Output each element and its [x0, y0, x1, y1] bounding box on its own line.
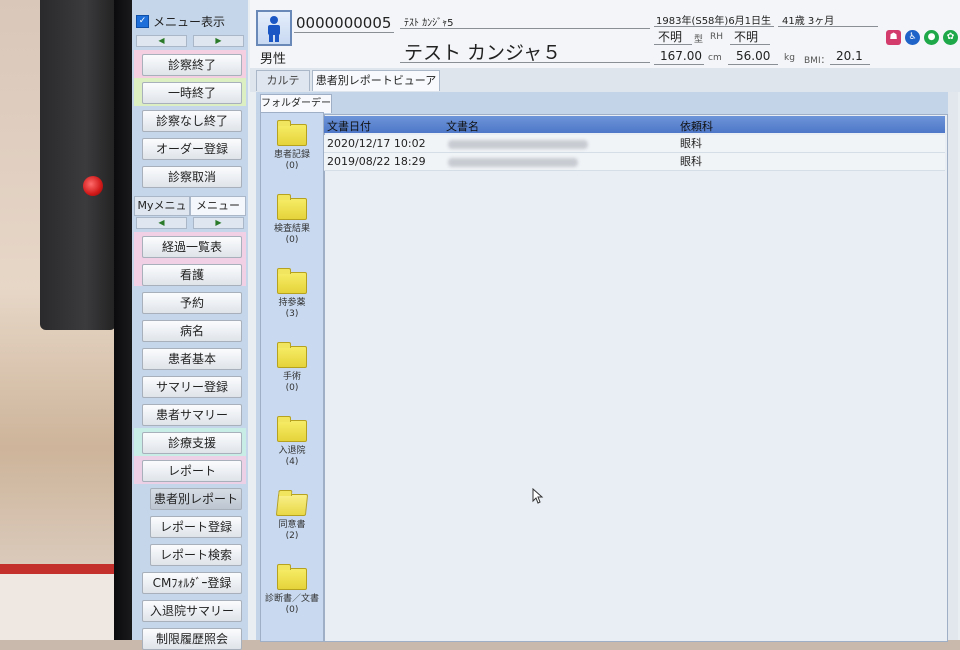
table-row[interactable]: 2019/08/22 18:29 眼科 — [324, 153, 945, 171]
status-green-icon-2[interactable]: ✿ — [943, 30, 958, 45]
tab-karte[interactable]: カルテ — [256, 70, 310, 91]
col-dept[interactable]: 依頼科 — [680, 118, 713, 134]
cm-folder-register-button[interactable]: CMﾌｫﾙﾀﾞｰ登録 — [142, 572, 242, 594]
table-row[interactable]: 2020/12/17 10:02 眼科 — [324, 135, 945, 153]
tab-menu[interactable]: メニュー — [190, 196, 246, 216]
disease-name-button[interactable]: 病名 — [142, 320, 242, 342]
folder-icon — [277, 416, 307, 442]
col-doc-name[interactable]: 文書名 — [446, 118, 479, 134]
floor — [0, 574, 130, 640]
arrow-left-icon[interactable]: ◀ — [136, 35, 187, 47]
folder-surgery[interactable]: 手術 (0) — [262, 342, 322, 394]
folder-patient-record[interactable]: 患者記録 (0) — [262, 120, 322, 172]
arrow-right-icon[interactable]: ▶ — [193, 217, 244, 229]
arrow-left-icon[interactable]: ◀ — [136, 217, 187, 229]
desk-edge — [0, 564, 130, 574]
patient-kana: ﾃｽﾄ ｶﾝｼﾞｬ5 — [404, 18, 454, 29]
mouse-cursor-icon — [532, 487, 544, 508]
nursing-button[interactable]: 看護 — [142, 264, 242, 286]
row-doc-name-blurred — [448, 135, 588, 152]
folder-test-results[interactable]: 検査結果 (0) — [262, 194, 322, 246]
weight-value: 56.00 — [736, 49, 771, 63]
blood-type: 不明 — [658, 30, 683, 44]
monitor-stand — [40, 0, 116, 330]
user-icon — [256, 10, 292, 46]
blood-type-label: 型 — [694, 35, 704, 45]
height-value: 167.00 — [660, 49, 702, 63]
bmi-label: BMI： — [804, 56, 830, 66]
folder-icon — [277, 194, 307, 220]
row-dept: 眼科 — [680, 137, 702, 150]
power-led — [83, 176, 103, 196]
patient-basic-button[interactable]: 患者基本 — [142, 348, 242, 370]
rh-label: RH — [710, 32, 724, 42]
row-date: 2019/08/22 18:29 — [327, 155, 426, 168]
report-register-button[interactable]: レポート登録 — [150, 516, 242, 538]
list-header: 文書日付 文書名 依頼科 — [324, 116, 945, 133]
folder-icon — [277, 564, 307, 590]
status-green-icon[interactable]: ● — [924, 30, 939, 45]
end-consultation-button[interactable]: 診察終了 — [142, 54, 242, 76]
patient-report-button[interactable]: 患者別レポート — [150, 488, 242, 510]
tab-report-viewer[interactable]: 患者別レポートビューアー — [312, 70, 440, 107]
col-date[interactable]: 文書日付 — [327, 118, 371, 134]
menu-scroll-arrows: ◀ ▶ — [136, 35, 244, 47]
checkbox-icon[interactable]: ✓ — [136, 14, 149, 28]
cancel-consultation-button[interactable]: 診察取消 — [142, 166, 242, 188]
document-list — [324, 114, 948, 642]
folder-open-icon — [275, 494, 309, 516]
folder-icon — [277, 342, 307, 368]
height-unit: cm — [708, 53, 722, 63]
folder-consent[interactable]: 同意書 (2) — [262, 494, 322, 542]
folder-brought-medicine[interactable]: 持参薬 (3) — [262, 268, 322, 320]
scrollbar[interactable] — [948, 92, 958, 640]
weight-unit: kg — [784, 53, 795, 63]
folder-admission[interactable]: 入退院 (4) — [262, 416, 322, 468]
restriction-history-button[interactable]: 制限履歴照会 — [142, 628, 242, 650]
clinical-support-button[interactable]: 診療支援 — [142, 432, 242, 454]
menu-scroll-arrows-2: ◀ ▶ — [136, 217, 244, 229]
folder-certificates[interactable]: 診断書／文書 (0) — [262, 564, 322, 616]
arrow-right-icon[interactable]: ▶ — [193, 35, 244, 47]
row-date: 2020/12/17 10:02 — [327, 137, 426, 150]
folder-icon — [277, 120, 307, 146]
order-register-button[interactable]: オーダー登録 — [142, 138, 242, 160]
menu-toggle-label: メニュー表示 — [153, 14, 226, 29]
progress-list-button[interactable]: 経過一覧表 — [142, 236, 242, 258]
tab-my-menu[interactable]: Myメニュー — [134, 196, 190, 230]
folder-data-tab[interactable]: フォルダーデータ — [260, 94, 332, 127]
row-doc-name-blurred — [448, 153, 578, 170]
appointment-button[interactable]: 予約 — [142, 292, 242, 314]
report-button[interactable]: レポート — [142, 460, 242, 482]
family-icon[interactable]: ☗ — [886, 30, 901, 45]
pause-button[interactable]: 一時終了 — [142, 82, 242, 104]
patient-summary-button[interactable]: 患者サマリー — [142, 404, 242, 426]
patient-name: テスト カンジャ５ — [404, 42, 562, 64]
end-no-consultation-button[interactable]: 診察なし終了 — [142, 110, 242, 132]
summary-register-button[interactable]: サマリー登録 — [142, 376, 242, 398]
report-search-button[interactable]: レポート検索 — [150, 544, 242, 566]
patient-age: 41歳 3ヶ月 — [782, 16, 835, 27]
row-dept: 眼科 — [680, 155, 702, 168]
wheelchair-icon[interactable]: ♿ — [905, 30, 920, 45]
admission-summary-button[interactable]: 入退院サマリー — [142, 600, 242, 622]
bmi-value: 20.1 — [836, 49, 863, 63]
patient-birth: 1983年(S58年)6月1日生 — [656, 16, 772, 27]
patient-sex: 男性 — [260, 52, 287, 67]
folder-icon — [277, 268, 307, 294]
menu-toggle[interactable]: ✓ メニュー表示 — [136, 12, 225, 30]
patient-id: 0000000005 — [296, 14, 392, 32]
rh-value: 不明 — [734, 30, 759, 44]
